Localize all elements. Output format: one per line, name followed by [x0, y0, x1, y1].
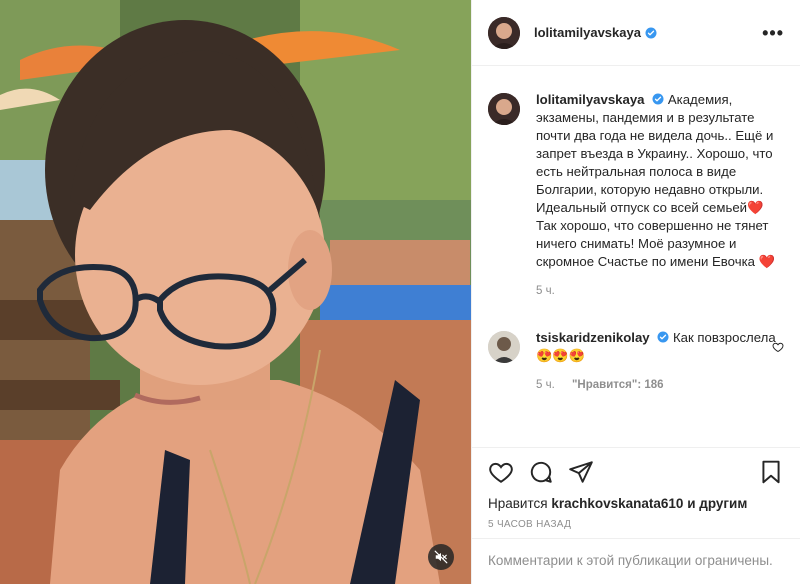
action-icons-row — [488, 458, 784, 486]
comment-likes-count[interactable]: "Нравится": 186 — [572, 379, 664, 391]
comment-text: Как повзрослела — [672, 330, 776, 345]
caption-item: lolitamilyavskaya Академия, экзамены, па… — [488, 91, 784, 271]
share-paper-plane-icon[interactable] — [568, 459, 594, 485]
likes-user-link[interactable]: krachkovskanata610 — [551, 496, 683, 511]
avatar-image — [488, 331, 520, 363]
comment-text-block: tsiskaridzenikolay Как повзрослела 😍😍😍 — [536, 329, 784, 365]
verified-badge-icon — [652, 93, 664, 105]
likes-summary: Нравится krachkovskanata610 и другим — [488, 496, 784, 511]
more-options-button[interactable]: ••• — [762, 24, 784, 42]
caption-author-username[interactable]: lolitamilyavskaya — [536, 92, 645, 107]
speaker-muted-icon — [434, 550, 448, 564]
caption-meta: 5 ч. — [536, 285, 784, 297]
post-video[interactable] — [0, 0, 471, 584]
post-time-ago[interactable]: 5 часов назад — [488, 519, 784, 530]
comment-emoji: 😍😍😍 — [536, 348, 586, 363]
bookmark-icon[interactable] — [758, 459, 784, 485]
post-actions: Нравится krachkovskanata610 и другим 5 ч… — [472, 447, 800, 530]
commenter-avatar[interactable] — [488, 331, 520, 363]
comments-closed-notice: Комментарии к этой публикации ограничены… — [472, 538, 800, 584]
comment-time[interactable]: 5 ч. — [536, 379, 555, 391]
avatar-image — [488, 93, 520, 125]
like-heart-icon[interactable] — [488, 459, 514, 485]
caption-author-avatar[interactable] — [488, 93, 520, 125]
comment-item: tsiskaridzenikolay Как повзрослела 😍😍😍 5… — [488, 329, 784, 391]
likes-prefix: Нравится — [488, 496, 548, 511]
comment-meta: 5 ч. "Нравится": 186 — [536, 379, 784, 391]
caption-time[interactable]: 5 ч. — [536, 285, 555, 297]
comment-bubble-icon[interactable] — [528, 459, 554, 485]
verified-badge-icon — [645, 27, 657, 38]
caption-text-continued: Так хорошо, что совершенно не тянет ниче… — [536, 218, 769, 269]
likes-others-link[interactable]: и другим — [687, 496, 747, 511]
post-side-panel: lolitamilyavskaya ••• lolitamilyavskaya — [471, 0, 800, 584]
mute-toggle-button[interactable] — [428, 544, 454, 570]
commenter-username[interactable]: tsiskaridzenikolay — [536, 330, 650, 345]
video-frame — [0, 0, 471, 584]
heart-emoji: ❤️ — [747, 200, 764, 215]
verified-badge-icon — [657, 331, 669, 343]
instagram-post: lolitamilyavskaya ••• lolitamilyavskaya — [0, 0, 800, 584]
post-header: lolitamilyavskaya ••• — [472, 0, 800, 66]
author-avatar[interactable] — [488, 16, 520, 49]
comments-section: lolitamilyavskaya Академия, экзамены, па… — [472, 67, 800, 447]
caption-text: Академия, экзамены, пандемия и в результ… — [536, 92, 774, 215]
heart-emoji: ❤️ — [758, 254, 776, 269]
avatar-image — [488, 16, 520, 49]
caption-text-block: lolitamilyavskaya Академия, экзамены, па… — [536, 91, 784, 271]
author-username[interactable]: lolitamilyavskaya — [534, 25, 641, 40]
comment-like-heart-icon[interactable] — [772, 341, 784, 353]
